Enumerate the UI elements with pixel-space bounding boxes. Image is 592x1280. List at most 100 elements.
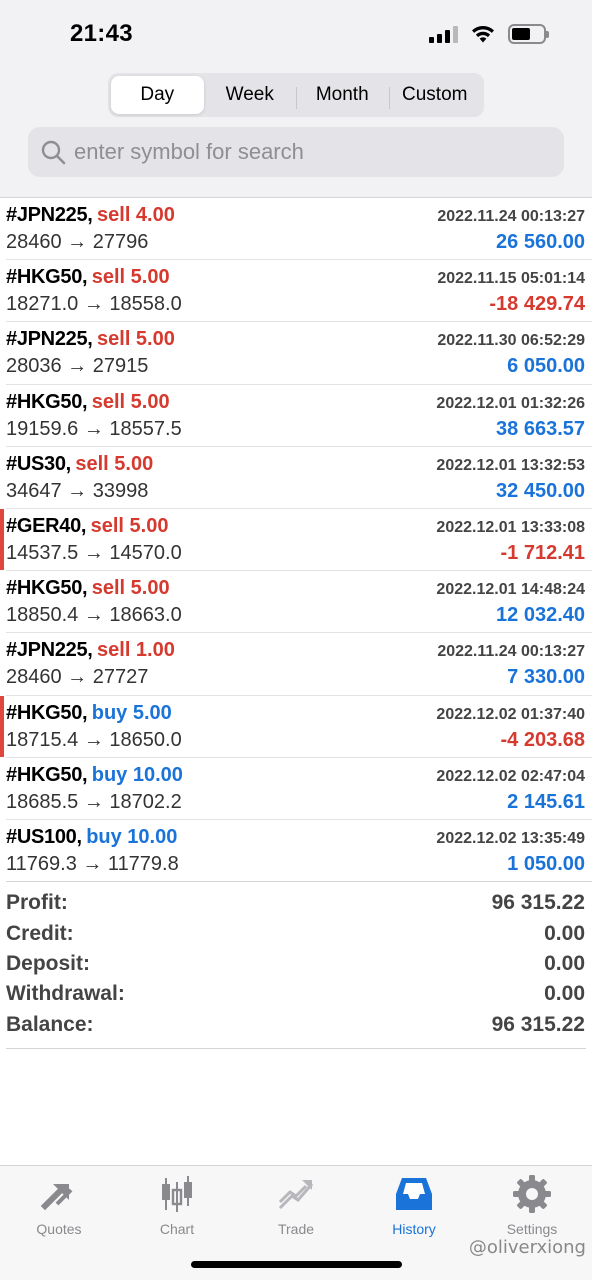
summary-row: Credit: 0.00: [6, 918, 586, 948]
deal-profit: -4 203.68: [500, 728, 585, 751]
deal-symbol: #US30,: [6, 452, 71, 475]
summary-value: 96 315.22: [491, 1012, 585, 1036]
deal-row[interactable]: #HKG50, buy 10.00 2022.12.02 02:47:04 1868…: [6, 758, 592, 820]
deal-side: buy 10.00: [86, 825, 178, 848]
deal-side: sell 5.00: [91, 266, 170, 289]
summary-label: Withdrawal:: [6, 982, 125, 1006]
trade-trend-icon: [278, 1180, 314, 1210]
summary-value: 0.00: [544, 982, 585, 1006]
deal-profit: 26 560.00: [496, 231, 585, 253]
account-summary: Profit: 96 315.22 Credit: 0.00 Deposit: 0.00 W…: [6, 888, 586, 1049]
deal-time: 2022.11.15 05:01:14: [437, 270, 585, 288]
deal-symbol: #HKG50,: [6, 701, 88, 724]
tab-settings-label: Settings: [506, 1221, 558, 1237]
deal-side: buy 10.00: [91, 763, 183, 786]
deal-time: 2022.12.01 14:48:24: [436, 581, 585, 599]
deal-profit: 12 032.40: [496, 604, 585, 627]
quotes-arrows-icon: [40, 1184, 73, 1211]
deal-symbol: #JPN225,: [6, 639, 93, 662]
deal-time: 2022.12.02 13:35:49: [436, 829, 585, 847]
summary-value: 0.00: [544, 951, 585, 975]
summary-row: Withdrawal: 0.00: [6, 979, 586, 1009]
summary-label: Deposit:: [6, 951, 90, 975]
deal-side: sell 4.00: [97, 204, 175, 226]
tab-trade-label: Trade: [277, 1221, 315, 1237]
deal-time: 2022.12.01 13:33:08: [436, 518, 585, 536]
deal-row[interactable]: #HKG50, sell 5.00 2022.12.01 01:32:26 1915…: [6, 385, 592, 447]
tab-history-label: History: [392, 1221, 436, 1237]
deal-side: sell 5.00: [97, 328, 175, 351]
deal-prices: 18685.5 → 18702.2: [6, 790, 182, 813]
deal-prices: 18850.4 → 18663.0: [6, 604, 182, 627]
deal-side: sell 5.00: [90, 514, 169, 537]
deal-row[interactable]: #HKG50, sell 5.00 2022.11.15 05:01:14 1827…: [6, 260, 592, 323]
deal-profit: 6 050.00: [507, 355, 585, 378]
tab-settings[interactable]: Settings: [473, 1174, 591, 1237]
summary-row: Balance: 96 315.22: [6, 1010, 586, 1040]
tab-chart[interactable]: Chart: [118, 1174, 236, 1237]
deal-symbol: #JPN225,: [6, 204, 93, 226]
segment-month[interactable]: Month: [296, 76, 389, 114]
summary-label: Credit:: [6, 921, 74, 945]
summary-value: 96 315.22: [491, 891, 585, 915]
period-segmented-control: Day Week Month Custom: [108, 73, 484, 117]
summary-row: Profit: 96 315.22: [6, 888, 586, 918]
deal-side: sell 5.00: [91, 577, 170, 600]
deal-row[interactable]: #HKG50, sell 5.00 2022.12.01 14:48:24 1885…: [6, 571, 592, 634]
wifi-icon: [472, 25, 494, 43]
watermark: @oliverxiong: [468, 1237, 586, 1258]
deal-prices: 11769.3 → 11779.8: [6, 852, 179, 875]
status-icons: [429, 24, 549, 44]
deal-row[interactable]: #HKG50, buy 5.00 2022.12.02 01:37:40 18715…: [0, 695, 592, 758]
tab-quotes[interactable]: Quotes: [0, 1174, 118, 1237]
tab-chart-label: Chart: [159, 1221, 195, 1237]
deal-row[interactable]: #US100, buy 10.00 2022.12.02 13:35:49 1176…: [6, 820, 592, 883]
deal-profit: 1 050.00: [507, 852, 585, 875]
segment-day[interactable]: Day: [111, 76, 204, 114]
deal-side: sell 5.00: [91, 390, 170, 413]
deal-side: sell 5.00: [75, 452, 154, 475]
deal-symbol: #HKG50,: [6, 266, 88, 289]
deal-prices: 18271.0 → 18558.0: [6, 293, 182, 316]
status-time: 21:43: [70, 20, 133, 47]
candlestick-chart-icon: [162, 1176, 192, 1212]
deal-row[interactable]: #JPN225, sell 4.00 2022.11.24 00:13:27 284…: [6, 198, 592, 261]
deal-profit: 32 450.00: [496, 479, 585, 502]
segment-week[interactable]: Week: [204, 76, 297, 114]
deal-side: sell 1.00: [97, 639, 175, 662]
deal-prices: 28036 → 27915: [6, 355, 149, 378]
search-input[interactable]: [74, 139, 534, 165]
deal-symbol: #US100,: [6, 825, 82, 848]
deal-prices: 19159.6 → 18557.5: [6, 417, 182, 440]
deal-time: 2022.11.24 00:13:27: [437, 208, 585, 225]
deal-prices: 28460 → 27796: [6, 231, 149, 253]
header: 21:43 Day Week Month Custom: [0, 0, 592, 197]
deal-time: 2022.12.01 13:32:53: [436, 456, 585, 474]
deal-row[interactable]: #JPN225, sell 1.00 2022.11.24 00:13:27 284…: [6, 633, 592, 696]
search-bar[interactable]: [28, 127, 564, 177]
tab-trade[interactable]: Trade: [237, 1174, 355, 1237]
deal-time: 2022.12.02 01:37:40: [436, 705, 585, 723]
summary-row: Deposit: 0.00: [6, 949, 586, 979]
deal-row[interactable]: #US30, sell 5.00 2022.12.01 13:32:53 34647…: [6, 447, 592, 509]
tab-quotes-label: Quotes: [36, 1221, 82, 1237]
deal-symbol: #HKG50,: [6, 577, 88, 600]
deal-profit: -18 429.74: [489, 293, 585, 316]
deal-symbol: #JPN225,: [6, 328, 93, 351]
summary-value: 0.00: [544, 921, 585, 945]
battery-icon: [508, 24, 549, 44]
deal-profit: 7 330.00: [507, 666, 585, 689]
home-indicator: [191, 1261, 402, 1268]
deals-list: #JPN225, sell 4.00 2022.11.24 00:13:27 284…: [0, 197, 592, 883]
deal-time: 2022.11.24 00:13:27: [437, 643, 585, 661]
history-inbox-icon: [396, 1178, 432, 1210]
search-icon: [41, 140, 66, 165]
deal-time: 2022.12.02 02:47:04: [436, 767, 585, 785]
deal-row[interactable]: #JPN225, sell 5.00 2022.11.30 06:52:29 280…: [6, 322, 592, 385]
gear-icon: [513, 1175, 551, 1213]
deal-row[interactable]: #GER40, sell 5.00 2022.12.01 13:33:08 1453…: [0, 508, 592, 572]
tab-history[interactable]: History: [355, 1174, 473, 1237]
deal-time: 2022.12.01 01:32:26: [436, 394, 585, 412]
deal-time: 2022.11.30 06:52:29: [437, 332, 585, 350]
segment-custom[interactable]: Custom: [388, 76, 482, 114]
